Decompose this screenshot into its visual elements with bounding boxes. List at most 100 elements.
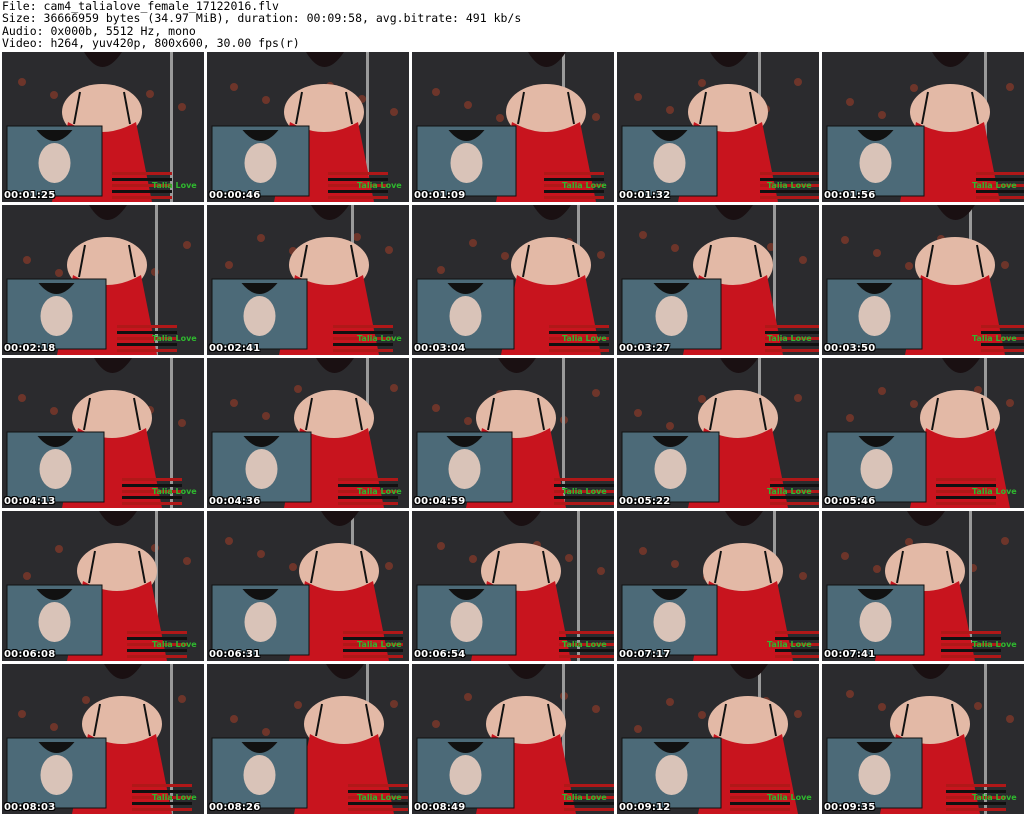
timestamp-label: 00:03:27 [619, 343, 671, 354]
frame-image: Talia Love [2, 358, 204, 508]
timestamp-label: 00:09:35 [824, 802, 876, 813]
timestamp-label: 00:03:50 [824, 343, 876, 354]
frame-image: Talia Love [822, 664, 1024, 814]
watermark-label: Talia Love [767, 334, 812, 343]
frame-image: Talia Love [2, 52, 204, 202]
timestamp-label: 00:07:41 [824, 649, 876, 660]
timestamp-label: 00:05:46 [824, 496, 876, 507]
video-thumbnail[interactable]: Talia Love 00:03:50 [822, 205, 1024, 355]
frame-image: Talia Love [412, 358, 614, 508]
watermark-label: Talia Love [767, 487, 812, 496]
frame-image: Talia Love [207, 205, 409, 355]
frame-image: Talia Love [822, 511, 1024, 661]
frame-image: Talia Love [822, 205, 1024, 355]
timestamp-label: 00:02:18 [4, 343, 56, 354]
frame-image: Talia Love [207, 664, 409, 814]
watermark-label: Talia Love [357, 181, 402, 190]
video-thumbnail[interactable]: Talia Love 00:07:41 [822, 511, 1024, 661]
watermark-label: Talia Love [767, 640, 812, 649]
frame-image: Talia Love [617, 664, 819, 814]
watermark-label: Talia Love [152, 181, 197, 190]
frame-image: Talia Love [617, 52, 819, 202]
watermark-label: Talia Love [972, 487, 1017, 496]
timestamp-label: 00:01:25 [4, 190, 56, 201]
video-thumbnail[interactable]: Talia Love 00:01:25 [2, 52, 204, 202]
watermark-label: Talia Love [562, 640, 607, 649]
watermark-label: Talia Love [152, 640, 197, 649]
timestamp-label: 00:04:13 [4, 496, 56, 507]
frame-image: Talia Love [412, 205, 614, 355]
timestamp-label: 00:01:56 [824, 190, 876, 201]
video-thumbnail[interactable]: Talia Love 00:09:35 [822, 664, 1024, 814]
timestamp-label: 00:08:49 [414, 802, 466, 813]
timestamp-label: 00:02:41 [209, 343, 261, 354]
thumbnail-grid: Talia Love 00:01:25 Talia Love 00:00:46 Tali… [2, 52, 1024, 814]
watermark-label: Talia Love [152, 793, 197, 802]
video-thumbnail[interactable]: Talia Love 00:05:22 [617, 358, 819, 508]
timestamp-label: 00:01:32 [619, 190, 671, 201]
frame-image: Talia Love [822, 52, 1024, 202]
video-thumbnail[interactable]: Talia Love 00:03:04 [412, 205, 614, 355]
timestamp-label: 00:08:03 [4, 802, 56, 813]
video-thumbnail[interactable]: Talia Love 00:04:59 [412, 358, 614, 508]
watermark-label: Talia Love [562, 793, 607, 802]
video-thumbnail[interactable]: Talia Love 00:01:09 [412, 52, 614, 202]
timestamp-label: 00:05:22 [619, 496, 671, 507]
frame-image: Talia Love [412, 52, 614, 202]
video-thumbnail[interactable]: Talia Love 00:00:46 [207, 52, 409, 202]
video-thumbnail[interactable]: Talia Love 00:05:46 [822, 358, 1024, 508]
video-thumbnail[interactable]: Talia Love 00:04:13 [2, 358, 204, 508]
video-thumbnail[interactable]: Talia Love 00:02:41 [207, 205, 409, 355]
video-thumbnail[interactable]: Talia Love 00:08:26 [207, 664, 409, 814]
watermark-label: Talia Love [562, 181, 607, 190]
watermark-label: Talia Love [972, 334, 1017, 343]
timestamp-label: 00:04:59 [414, 496, 466, 507]
video-thumbnail[interactable]: Talia Love 00:01:56 [822, 52, 1024, 202]
watermark-label: Talia Love [767, 181, 812, 190]
frame-image: Talia Love [822, 358, 1024, 508]
video-thumbnail[interactable]: Talia Love 00:09:12 [617, 664, 819, 814]
watermark-label: Talia Love [357, 334, 402, 343]
video-thumbnail[interactable]: Talia Love 00:08:49 [412, 664, 614, 814]
watermark-label: Talia Love [357, 487, 402, 496]
video-thumbnail[interactable]: Talia Love 00:01:32 [617, 52, 819, 202]
frame-image: Talia Love [207, 358, 409, 508]
frame-image: Talia Love [412, 511, 614, 661]
timestamp-label: 00:07:17 [619, 649, 671, 660]
frame-image: Talia Love [207, 511, 409, 661]
timestamp-label: 00:09:12 [619, 802, 671, 813]
watermark-label: Talia Love [972, 640, 1017, 649]
timestamp-label: 00:03:04 [414, 343, 466, 354]
timestamp-label: 00:06:08 [4, 649, 56, 660]
video-thumbnail[interactable]: Talia Love 00:04:36 [207, 358, 409, 508]
timestamp-label: 00:06:31 [209, 649, 261, 660]
video-thumbnail[interactable]: Talia Love 00:06:31 [207, 511, 409, 661]
video-thumbnail[interactable]: Talia Love 00:06:54 [412, 511, 614, 661]
timestamp-label: 00:01:09 [414, 190, 466, 201]
video-thumbnail[interactable]: Talia Love 00:03:27 [617, 205, 819, 355]
timestamp-label: 00:00:46 [209, 190, 261, 201]
timestamp-label: 00:06:54 [414, 649, 466, 660]
frame-image: Talia Love [207, 52, 409, 202]
frame-image: Talia Love [617, 511, 819, 661]
frame-image: Talia Love [2, 511, 204, 661]
watermark-label: Talia Love [357, 640, 402, 649]
watermark-label: Talia Love [562, 487, 607, 496]
watermark-label: Talia Love [357, 793, 402, 802]
watermark-label: Talia Love [972, 793, 1017, 802]
video-thumbnail[interactable]: Talia Love 00:06:08 [2, 511, 204, 661]
timestamp-label: 00:08:26 [209, 802, 261, 813]
watermark-label: Talia Love [972, 181, 1017, 190]
watermark-label: Talia Love [152, 334, 197, 343]
timestamp-label: 00:04:36 [209, 496, 261, 507]
watermark-label: Talia Love [562, 334, 607, 343]
video-thumbnail[interactable]: Talia Love 00:07:17 [617, 511, 819, 661]
file-info: File: cam4_talialove_female_17122016.flv… [2, 0, 1002, 50]
watermark-label: Talia Love [152, 487, 197, 496]
video-thumbnail[interactable]: Talia Love 00:02:18 [2, 205, 204, 355]
video-thumbnail[interactable]: Talia Love 00:08:03 [2, 664, 204, 814]
frame-image: Talia Love [617, 205, 819, 355]
frame-image: Talia Love [2, 205, 204, 355]
frame-image: Talia Love [2, 664, 204, 814]
frame-image: Talia Love [617, 358, 819, 508]
